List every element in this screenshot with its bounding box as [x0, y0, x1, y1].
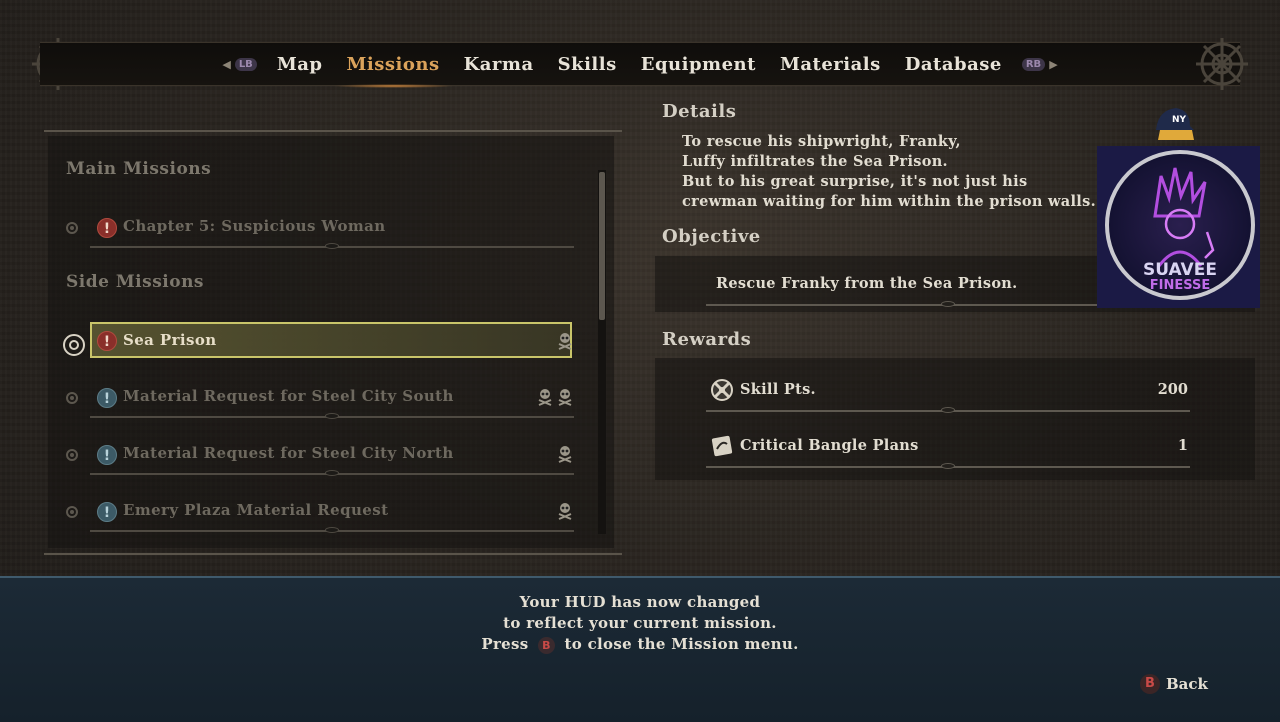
- row-divider: [706, 407, 1190, 413]
- arrow-left-icon: ◀: [222, 57, 231, 71]
- row-divider: [90, 527, 574, 533]
- tab-karma[interactable]: Karma: [464, 46, 534, 83]
- reward-value: 1: [1177, 437, 1188, 454]
- scrollbar-thumb[interactable]: [599, 172, 605, 320]
- mission-row[interactable]: ! Chapter 5: Suspicious Woman: [60, 206, 576, 249]
- exclamation-icon: !: [97, 331, 117, 351]
- watermark-subtext: FINESSE: [1150, 278, 1211, 293]
- row-divider: [90, 243, 574, 249]
- details-heading: Details: [662, 101, 737, 122]
- watermark-text: SUAVEE: [1143, 260, 1217, 280]
- radio-bullet-icon: [66, 222, 78, 234]
- selected-spiral-icon: [63, 334, 85, 356]
- tab-database[interactable]: Database: [905, 46, 1002, 83]
- mission-row-selected[interactable]: ! Sea Prison: [60, 322, 576, 366]
- mission-label: Emery Plaza Material Request: [123, 501, 389, 519]
- mission-label: Sea Prison: [123, 331, 217, 349]
- b-button-icon: B: [1140, 674, 1160, 694]
- mission-row[interactable]: ! Material Request for Steel City North: [60, 433, 576, 476]
- watermark-logo: SUAVEE FINESSE: [1097, 146, 1260, 308]
- b-button-icon: B: [538, 636, 556, 654]
- radio-bullet-icon: [66, 392, 78, 404]
- list-top-divider: [44, 130, 622, 132]
- reward-row: Critical Bangle Plans 1: [706, 428, 1190, 469]
- reward-row: Skill Pts. 200: [706, 372, 1190, 413]
- next-tab-button[interactable]: RB ▶: [1021, 57, 1058, 71]
- radio-bullet-icon: [66, 449, 78, 461]
- exclamation-icon: !: [97, 445, 117, 465]
- skill-points-icon: [711, 379, 733, 401]
- row-divider: [90, 470, 574, 476]
- character-silhouette-icon: SUAVEE FINESSE: [1143, 167, 1217, 293]
- mission-label: Chapter 5: Suspicious Woman: [123, 217, 386, 235]
- skull-difficulty-icon: [538, 389, 552, 406]
- exclamation-icon: !: [97, 502, 117, 522]
- list-bottom-divider: [44, 553, 622, 555]
- reward-value: 200: [1157, 381, 1188, 398]
- hud-notice: Your HUD has now changed to reflect your…: [481, 593, 799, 654]
- mission-label: Material Request for Steel City South: [123, 387, 454, 405]
- tab-missions[interactable]: Missions: [332, 46, 454, 88]
- mission-list-scrollbar[interactable]: [598, 170, 606, 534]
- compass-ornament-icon: [1196, 38, 1248, 90]
- row-divider: [706, 463, 1190, 469]
- top-navigation-bar: ◀ LB Map Missions Karma Skills Equipment…: [40, 42, 1240, 88]
- skull-difficulty-icon: [558, 503, 572, 520]
- main-missions-heading: Main Missions: [66, 159, 212, 179]
- tab-map[interactable]: Map: [277, 46, 323, 83]
- objective-text: Rescue Franky from the Sea Prison.: [716, 275, 1018, 292]
- exclamation-icon: !: [97, 388, 117, 408]
- reward-label: Skill Pts.: [740, 381, 816, 398]
- skull-difficulty-icon: [558, 389, 572, 406]
- blueprint-icon: [711, 435, 733, 457]
- rewards-heading: Rewards: [662, 329, 752, 350]
- tab-equipment[interactable]: Equipment: [641, 46, 756, 83]
- tab-skills[interactable]: Skills: [558, 46, 617, 83]
- skull-difficulty-icon: [558, 333, 572, 350]
- mission-row[interactable]: ! Material Request for Steel City South: [60, 376, 576, 419]
- back-label: Back: [1166, 675, 1208, 693]
- objective-heading: Objective: [662, 226, 761, 247]
- back-button[interactable]: B Back: [1140, 674, 1208, 694]
- svg-text:NY: NY: [1172, 115, 1187, 125]
- skull-difficulty-icon: [558, 446, 572, 463]
- mission-label: Material Request for Steel City North: [123, 444, 454, 462]
- prev-tab-button[interactable]: ◀ LB: [222, 57, 257, 71]
- radio-bullet-icon: [66, 506, 78, 518]
- mascot-cap-icon: NY: [1156, 108, 1194, 140]
- details-description: To rescue his shipwright, Franky, Luffy …: [682, 133, 1096, 210]
- tab-materials[interactable]: Materials: [780, 46, 881, 83]
- arrow-right-icon: ▶: [1049, 57, 1058, 71]
- row-divider: [90, 413, 574, 419]
- side-missions-heading: Side Missions: [66, 272, 205, 292]
- reward-label: Critical Bangle Plans: [740, 437, 919, 454]
- exclamation-icon: !: [97, 218, 117, 238]
- mission-row[interactable]: ! Emery Plaza Material Request: [60, 490, 576, 533]
